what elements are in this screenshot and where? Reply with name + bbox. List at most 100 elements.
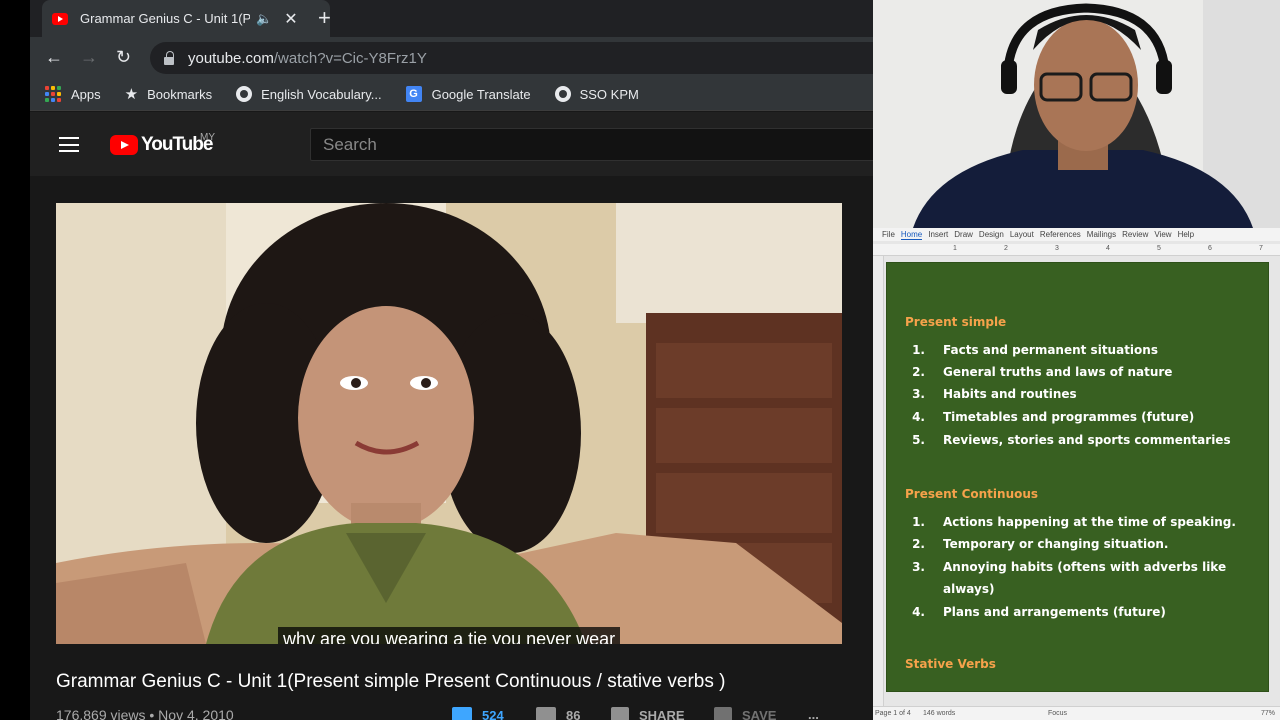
ruler-number: 7 (1259, 245, 1263, 252)
thumbs-down-icon (536, 707, 556, 720)
word-window: File Home Insert Draw Design Layout Refe… (873, 228, 1280, 720)
like-count: 524 (482, 707, 504, 720)
ruler-number: 3 (1055, 245, 1059, 252)
list-item: 1. Actions happening at the time of speak… (912, 515, 1236, 529)
bookmark-apps[interactable]: Apps (45, 86, 101, 102)
ribbon-tab-help[interactable]: Help (1178, 230, 1194, 239)
youtube-header: YouTube MY Search (30, 112, 873, 176)
bookmark-bookmarks[interactable]: ★ Bookmarks (125, 85, 212, 103)
list-item: 5. Reviews, stories and sports commentari… (912, 433, 1231, 447)
ruler-number: 4 (1106, 245, 1110, 252)
ribbon-tab-draw[interactable]: Draw (954, 230, 973, 239)
playlist-add-icon (714, 707, 732, 720)
ribbon-tab-review[interactable]: Review (1122, 230, 1148, 239)
more-actions-button[interactable]: ... (808, 707, 819, 720)
globe-icon (554, 86, 571, 102)
word-status-bar: Page 1 of 4 146 words Focus 77% (873, 706, 1280, 720)
ribbon-tab-layout[interactable]: Layout (1010, 230, 1034, 239)
forward-arrow-icon[interactable]: → (80, 45, 98, 69)
webcam-image (873, 0, 1280, 228)
speaker-icon[interactable]: 🔈 (256, 11, 272, 27)
horizontal-ruler[interactable]: 1 2 3 4 5 6 7 (873, 244, 1280, 256)
reload-icon[interactable]: ↻ (116, 45, 131, 69)
list-item: 3. Annoying habits (oftens with adverbs l… (912, 560, 1227, 596)
video-subtitle: why are you wearing a tie you never wear (278, 627, 621, 644)
ribbon-tab-insert[interactable]: Insert (928, 230, 948, 239)
bookmark-label: SSO KPM (579, 86, 639, 102)
section-heading: Present simple (905, 315, 1007, 329)
dislike-count: 86 (566, 707, 581, 720)
video-title: Grammar Genius C - Unit 1(Present simple… (56, 671, 726, 692)
list-item: 3. Habits and routines (912, 387, 1077, 401)
youtube-logo[interactable]: YouTube (110, 134, 213, 156)
star-icon: ★ (124, 86, 139, 103)
url-path: /watch?v=Cic-Y8Frz1Y (273, 49, 427, 67)
close-icon[interactable]: ✕ (284, 9, 297, 29)
video-player[interactable]: why are you wearing a tie you never wear (56, 203, 842, 644)
ribbon-tab-design[interactable]: Design (979, 230, 1004, 239)
list-item: 2. Temporary or changing situation. (912, 537, 1169, 551)
vertical-ruler[interactable] (873, 256, 884, 706)
ribbon-tab-home[interactable]: Home (900, 230, 923, 240)
ribbon-tab-view[interactable]: View (1154, 230, 1171, 239)
list-item: 4. Timetables and programmes (future) (912, 410, 1195, 424)
bookmark-label: Apps (71, 86, 101, 102)
youtube-favicon-icon (52, 12, 68, 25)
zoom-level[interactable]: 77% (1261, 710, 1275, 717)
list-item: 4. Plans and arrangements (future) (912, 605, 1166, 619)
country-code: MY (200, 132, 215, 143)
ribbon-tab-file[interactable]: File (882, 230, 895, 239)
ruler-number: 5 (1157, 245, 1161, 252)
ribbon-tab-references[interactable]: References (1040, 230, 1081, 239)
search-input[interactable]: Search (310, 128, 873, 161)
tab-title: Grammar Genius C - Unit 1(P (80, 11, 250, 26)
share-button[interactable]: SHARE (611, 707, 685, 720)
address-bar[interactable]: youtube.com/watch?v=Cic-Y8Frz1Y (150, 42, 873, 74)
save-label: SAVE (742, 707, 777, 720)
bookmark-google-translate[interactable]: G Google Translate (405, 86, 531, 102)
youtube-watch-page: why are you wearing a tie you never wear… (30, 176, 873, 720)
list-item: 1. Facts and permanent situations (912, 343, 1158, 357)
plus-icon[interactable]: + (318, 5, 331, 31)
share-label: SHARE (639, 707, 685, 720)
ribbon-tabs: File Home Insert Draw Design Layout Refe… (873, 228, 1280, 241)
view-count: 176,869 views • Nov 4, 2010 (56, 707, 234, 720)
thumbs-up-icon (452, 707, 472, 720)
youtube-play-icon (110, 135, 138, 155)
video-meta-row: 176,869 views • Nov 4, 2010 524 86 SHARE… (56, 707, 846, 720)
menu-icon[interactable] (59, 137, 79, 152)
dislike-button[interactable]: 86 (536, 707, 580, 720)
browser-window: Grammar Genius C - Unit 1(P 🔈 ✕ + ← → ↻ … (30, 0, 873, 720)
ruler-number: 1 (953, 245, 957, 252)
bookmark-sso-kpm[interactable]: SSO KPM (554, 86, 639, 102)
browser-tab[interactable]: Grammar Genius C - Unit 1(P 🔈 ✕ (42, 0, 330, 37)
bookmark-label: Bookmarks (147, 86, 213, 102)
tab-strip: Grammar Genius C - Unit 1(P 🔈 ✕ + (30, 0, 873, 37)
section-heading: Stative Verbs (905, 657, 996, 671)
section-heading: Present Continuous (905, 487, 1039, 501)
ruler-number: 6 (1208, 245, 1212, 252)
ribbon-tab-mailings[interactable]: Mailings (1087, 230, 1116, 239)
list-item: 2. General truths and laws of nature (912, 365, 1173, 379)
apps-grid-icon (45, 86, 61, 102)
google-translate-icon: G (405, 86, 422, 102)
page-count[interactable]: Page 1 of 4 (875, 710, 911, 717)
like-button[interactable]: 524 (452, 707, 504, 720)
globe-icon (236, 86, 253, 102)
video-frame (56, 203, 842, 644)
browser-toolbar: ← → ↻ youtube.com/watch?v=Cic-Y8Frz1Y (30, 37, 873, 78)
url-host: youtube.com (188, 49, 274, 67)
webcam-feed (873, 0, 1280, 228)
bookmarks-bar: Apps ★ Bookmarks English Vocabulary... G… (30, 78, 873, 111)
share-icon (611, 707, 629, 720)
lock-icon (164, 50, 174, 65)
save-button[interactable]: SAVE (714, 707, 776, 720)
ruler-number: 2 (1004, 245, 1008, 252)
bookmark-label: English Vocabulary... (261, 86, 382, 102)
word-count[interactable]: 146 words (923, 710, 955, 717)
focus-button[interactable]: Focus (1048, 710, 1067, 717)
bookmark-english-vocabulary[interactable]: English Vocabulary... (236, 86, 382, 102)
document-page[interactable]: Present simple 1. Facts and permanent sit… (886, 262, 1269, 692)
back-arrow-icon[interactable]: ← (45, 45, 63, 69)
bookmark-label: Google Translate (431, 86, 531, 102)
